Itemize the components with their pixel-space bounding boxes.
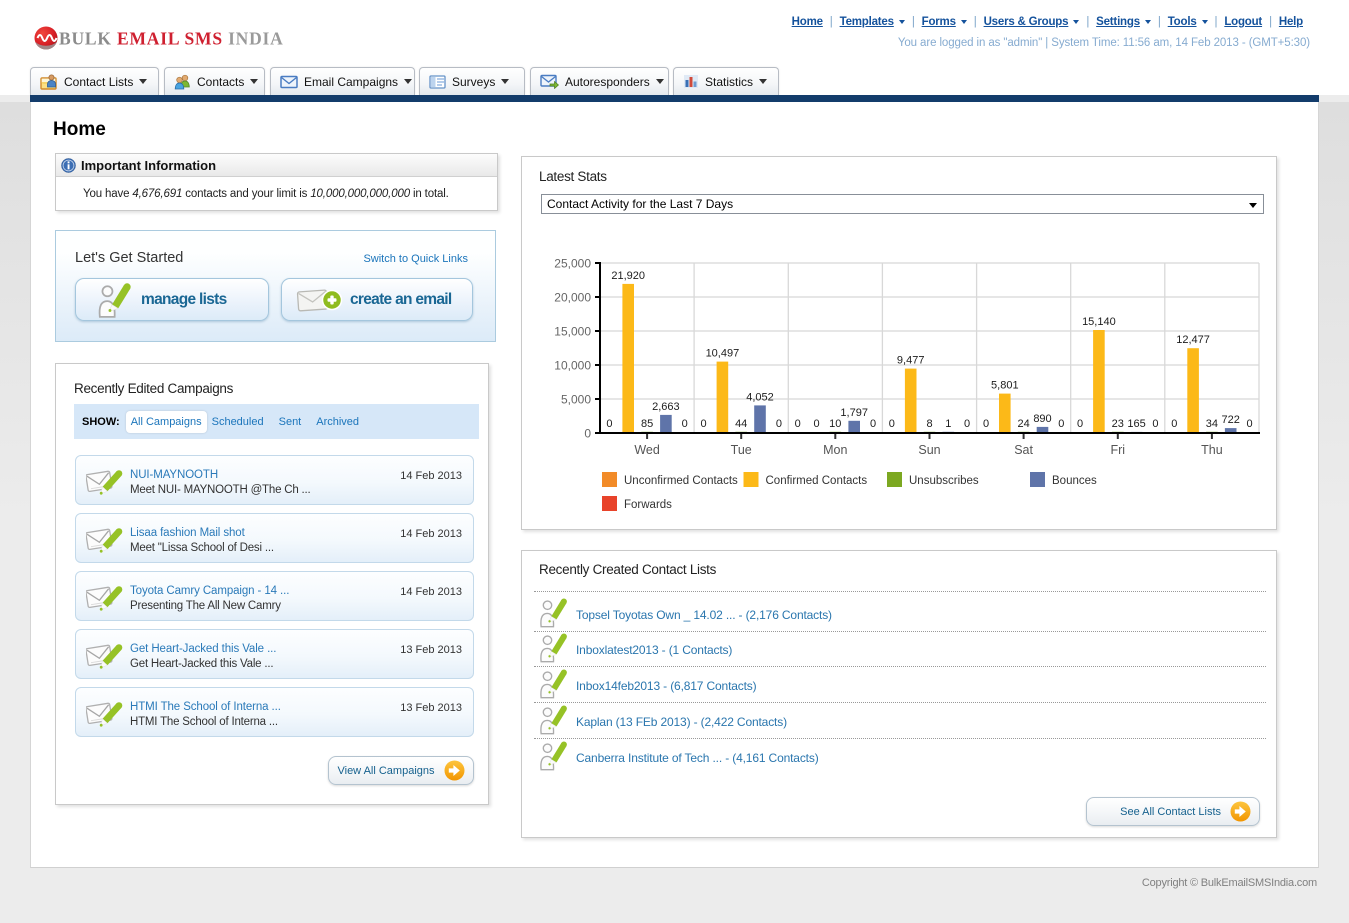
svg-text:Confirmed Contacts: Confirmed Contacts bbox=[766, 475, 868, 487]
svg-text:0: 0 bbox=[889, 418, 895, 430]
svg-text:Wed: Wed bbox=[634, 443, 660, 457]
svg-text:0: 0 bbox=[1077, 418, 1083, 430]
svg-text:34: 34 bbox=[1206, 418, 1218, 430]
svg-text:0: 0 bbox=[776, 418, 782, 430]
svg-text:10,497: 10,497 bbox=[706, 348, 740, 360]
svg-text:0: 0 bbox=[813, 418, 819, 430]
svg-text:1: 1 bbox=[945, 418, 951, 430]
svg-text:0: 0 bbox=[584, 427, 591, 441]
svg-text:12,477: 12,477 bbox=[1176, 334, 1210, 346]
svg-text:0: 0 bbox=[795, 418, 801, 430]
svg-text:0: 0 bbox=[1171, 418, 1177, 430]
svg-text:10,000: 10,000 bbox=[554, 359, 591, 373]
svg-text:0: 0 bbox=[1152, 418, 1158, 430]
svg-text:0: 0 bbox=[606, 418, 612, 430]
svg-text:Bounces: Bounces bbox=[1052, 475, 1097, 487]
svg-text:8: 8 bbox=[926, 418, 932, 430]
svg-text:0: 0 bbox=[1247, 418, 1253, 430]
svg-text:Forwards: Forwards bbox=[624, 499, 672, 511]
svg-text:0: 0 bbox=[870, 418, 876, 430]
svg-text:Fri: Fri bbox=[1111, 443, 1126, 457]
svg-text:21,920: 21,920 bbox=[611, 270, 645, 282]
svg-text:0: 0 bbox=[701, 418, 707, 430]
svg-text:0: 0 bbox=[1058, 418, 1064, 430]
svg-text:23: 23 bbox=[1112, 418, 1124, 430]
svg-text:4,052: 4,052 bbox=[746, 391, 774, 403]
svg-text:9,477: 9,477 bbox=[897, 355, 925, 367]
svg-text:25,000: 25,000 bbox=[554, 257, 591, 271]
svg-text:BULK EMAIL SMS INDIA: BULK EMAIL SMS INDIA bbox=[59, 29, 284, 49]
svg-text:85: 85 bbox=[641, 418, 653, 430]
svg-text:Tue: Tue bbox=[731, 443, 752, 457]
svg-text:2,663: 2,663 bbox=[652, 401, 680, 413]
svg-text:0: 0 bbox=[964, 418, 970, 430]
svg-text:5,000: 5,000 bbox=[561, 393, 591, 407]
svg-text:15,140: 15,140 bbox=[1082, 316, 1116, 328]
svg-text:24: 24 bbox=[1017, 418, 1029, 430]
svg-text:44: 44 bbox=[735, 418, 747, 430]
svg-text:5,801: 5,801 bbox=[991, 380, 1019, 392]
svg-text:165: 165 bbox=[1127, 418, 1145, 430]
svg-text:1,797: 1,797 bbox=[840, 407, 868, 419]
svg-text:20,000: 20,000 bbox=[554, 291, 591, 305]
svg-text:Sun: Sun bbox=[918, 443, 940, 457]
svg-text:Unconfirmed Contacts: Unconfirmed Contacts bbox=[624, 475, 738, 487]
svg-text:Mon: Mon bbox=[823, 443, 847, 457]
svg-text:10: 10 bbox=[829, 418, 841, 430]
svg-text:Unsubscribes: Unsubscribes bbox=[909, 475, 979, 487]
svg-text:0: 0 bbox=[682, 418, 688, 430]
svg-text:890: 890 bbox=[1033, 413, 1051, 425]
svg-text:722: 722 bbox=[1222, 414, 1240, 426]
svg-text:0: 0 bbox=[983, 418, 989, 430]
svg-text:Thu: Thu bbox=[1201, 443, 1223, 457]
svg-text:Sat: Sat bbox=[1014, 443, 1033, 457]
svg-text:15,000: 15,000 bbox=[554, 325, 591, 339]
